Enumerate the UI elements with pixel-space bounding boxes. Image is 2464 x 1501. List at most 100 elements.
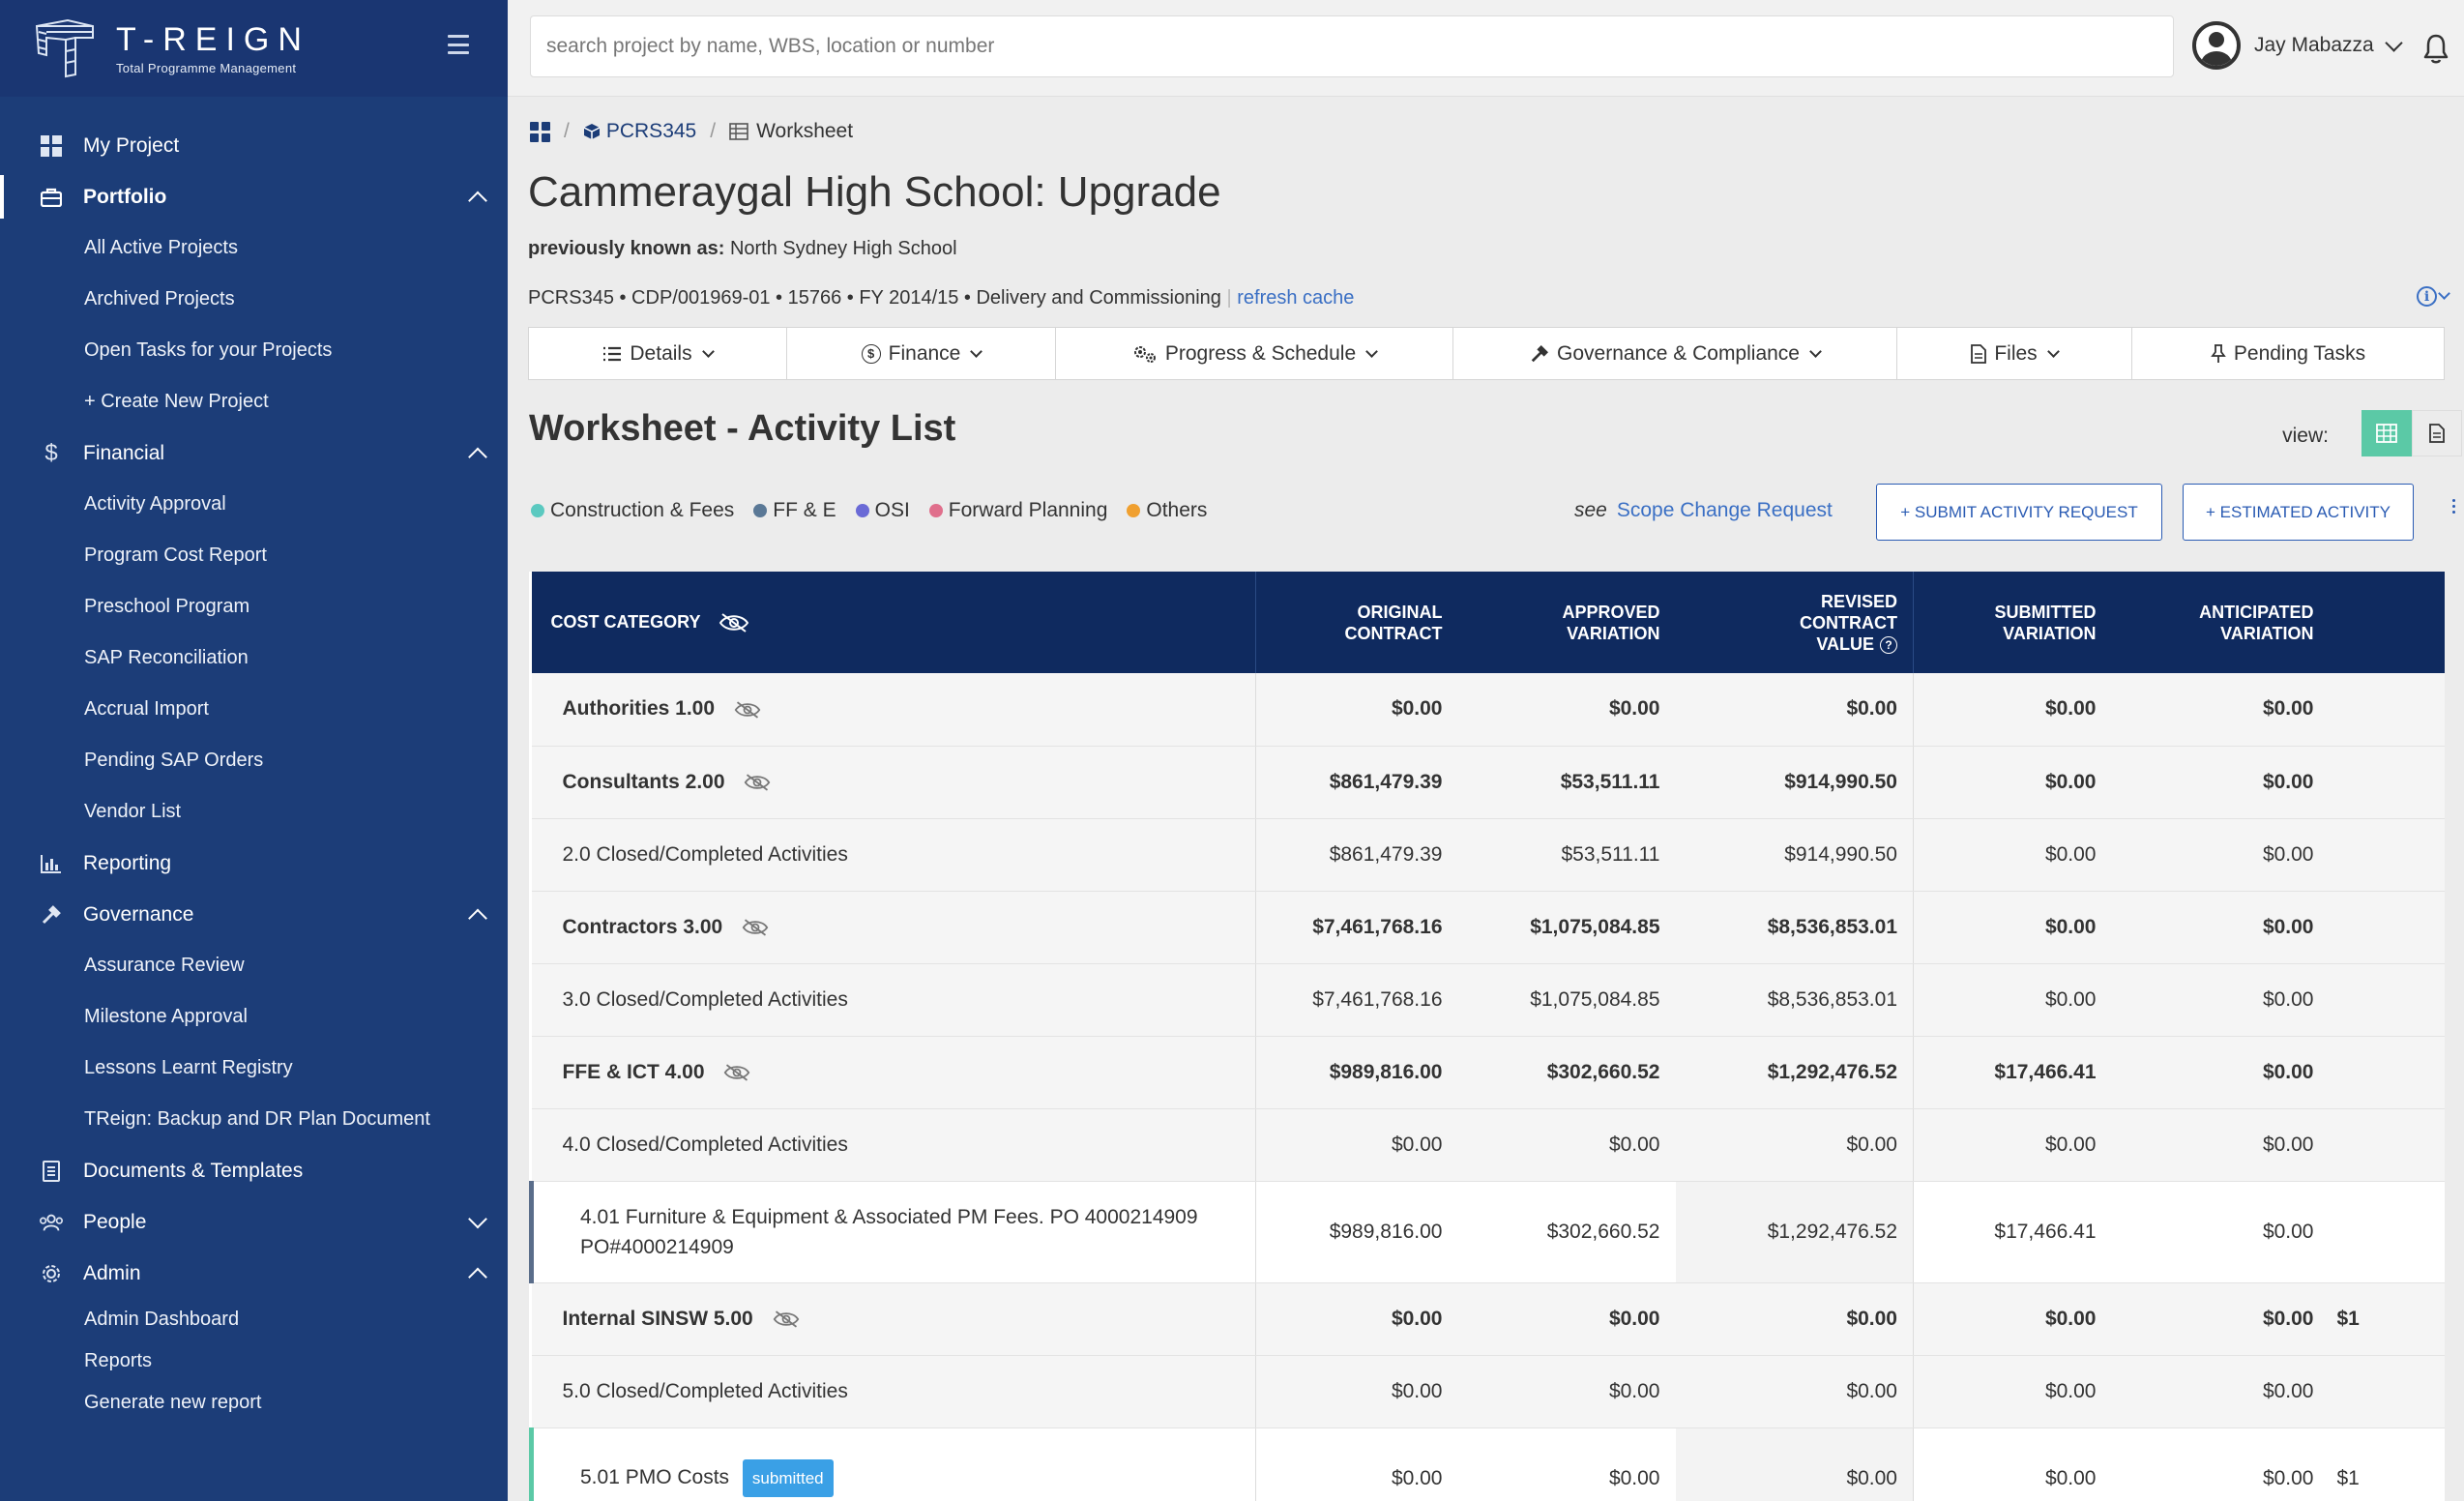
sidebar-item-governance[interactable]: Governance xyxy=(0,889,508,940)
cell-revised: $1,292,476.52 xyxy=(1675,1036,1914,1109)
sidebar-subitem-activity-approval[interactable]: Activity Approval xyxy=(0,479,508,530)
sidebar-subitem-milestone-approval[interactable]: Milestone Approval xyxy=(0,991,508,1043)
sidebar-subitem-accrual-import[interactable]: Accrual Import xyxy=(0,684,508,735)
header-label: CONTRACT xyxy=(1800,612,1897,633)
eye-slash-icon[interactable] xyxy=(734,700,761,720)
breadcrumb-project[interactable]: PCRS345 xyxy=(583,120,696,143)
cell-anticipated: $0.00 xyxy=(2111,1036,2330,1109)
table-row[interactable]: 4.0 Closed/Completed Activities $0.00 $0… xyxy=(531,1108,2445,1182)
chevron-up-icon[interactable] xyxy=(468,191,487,210)
cell-category: Contractors 3.00 xyxy=(531,891,1256,964)
chevron-up-icon[interactable] xyxy=(468,1267,487,1286)
sidebar-subitem-sap-reconciliation[interactable]: SAP Reconciliation xyxy=(0,633,508,684)
tab-governance-compliance[interactable]: Governance & Compliance xyxy=(1453,328,1897,379)
eye-slash-icon[interactable] xyxy=(744,773,771,792)
gavel-icon xyxy=(1531,344,1549,362)
table-row[interactable]: Consultants 2.00 $861,479.39 $53,511.11 … xyxy=(531,746,2445,819)
sidebar-subitem-preschool-program[interactable]: Preschool Program xyxy=(0,581,508,633)
sidebar-subitem-lessons-learnt[interactable]: Lessons Learnt Registry xyxy=(0,1043,508,1094)
legend-label: Others xyxy=(1146,499,1208,521)
legend-dot xyxy=(928,504,943,517)
header-original-contract[interactable]: ORIGINAL CONTRACT xyxy=(1255,572,1458,673)
sidebar-subitem-program-cost-report[interactable]: Program Cost Report xyxy=(0,530,508,581)
category-label: FFE & ICT 4.00 xyxy=(562,1060,705,1083)
table-row[interactable]: Contractors 3.00 $7,461,768.16 $1,075,08… xyxy=(531,891,2445,964)
estimated-activity-button[interactable]: + ESTIMATED ACTIVITY xyxy=(2183,484,2414,541)
table-row[interactable]: Authorities 1.00 $0.00 $0.00 $0.00 $0.00… xyxy=(531,673,2445,747)
tab-finance[interactable]: $ Finance xyxy=(787,328,1056,379)
cube-icon xyxy=(583,124,601,139)
document-view-button[interactable] xyxy=(2412,410,2462,456)
cell-original: $0.00 xyxy=(1255,1108,1458,1182)
eye-slash-icon[interactable] xyxy=(742,918,769,937)
pin-icon xyxy=(2211,343,2226,363)
cell-submitted: $17,466.41 xyxy=(1913,1036,2112,1109)
sidebar-item-financial[interactable]: $ Financial xyxy=(0,427,508,479)
people-icon xyxy=(39,1210,64,1235)
sidebar-subitem-assurance-review[interactable]: Assurance Review xyxy=(0,940,508,991)
sidebar: T-REIGN Total Programme Management My Pr… xyxy=(0,0,508,1501)
sidebar-item-reporting[interactable]: Reporting xyxy=(0,838,508,889)
eye-slash-icon[interactable] xyxy=(773,1310,800,1329)
submit-activity-request-button[interactable]: + SUBMIT ACTIVITY REQUEST xyxy=(1876,484,2162,541)
sidebar-subitem-generate-report[interactable]: Generate new report xyxy=(0,1382,508,1424)
table-row[interactable]: 3.0 Closed/Completed Activities $7,461,7… xyxy=(531,963,2445,1037)
scope-change-link[interactable]: Scope Change Request xyxy=(1617,499,1833,521)
header-cost-category[interactable]: COST CATEGORY xyxy=(531,572,1256,673)
table-row[interactable]: 2.0 Closed/Completed Activities $861,479… xyxy=(531,818,2445,892)
grid-view-button[interactable] xyxy=(2361,410,2412,456)
header-submitted-variation[interactable]: SUBMITTED VARIATION xyxy=(1913,572,2112,673)
eye-slash-icon[interactable] xyxy=(723,1063,750,1082)
chevron-down-icon xyxy=(1365,344,1379,358)
sidebar-item-documents-templates[interactable]: Documents & Templates xyxy=(0,1145,508,1196)
home-grid-icon[interactable] xyxy=(530,121,550,142)
tab-progress-schedule[interactable]: Progress & Schedule xyxy=(1056,328,1453,379)
user-menu[interactable]: Jay Mabazza xyxy=(2192,21,2403,70)
sidebar-subitem-pending-sap-orders[interactable]: Pending SAP Orders xyxy=(0,735,508,786)
logo[interactable]: T-REIGN Total Programme Management xyxy=(33,16,310,80)
document-icon xyxy=(39,1159,64,1184)
hamburger-menu-icon[interactable] xyxy=(448,35,469,54)
sidebar-item-portfolio[interactable]: Portfolio xyxy=(0,171,508,222)
bell-icon[interactable] xyxy=(2422,33,2449,64)
sidebar-item-admin[interactable]: Admin xyxy=(0,1248,508,1299)
activity-table-container[interactable]: COST CATEGORY ORIGINAL CONTRACT APPROVED V… xyxy=(529,572,2445,1501)
sidebar-item-label: Reporting xyxy=(83,851,172,874)
sidebar-subitem-open-tasks[interactable]: Open Tasks for your Projects xyxy=(0,325,508,376)
sidebar-subitem-backup-dr-plan[interactable]: TReign: Backup and DR Plan Document xyxy=(0,1094,508,1145)
table-row[interactable]: FFE & ICT 4.00 $989,816.00 $302,660.52 $… xyxy=(531,1036,2445,1109)
help-icon[interactable]: ? xyxy=(1880,635,1897,654)
sidebar-subitem-archived-projects[interactable]: Archived Projects xyxy=(0,274,508,325)
header-anticipated-variation[interactable]: ANTICIPATED VARIATION xyxy=(2111,572,2330,673)
table-row-activity[interactable]: 5.01 PMO Costs submitted $0.00 $0.00 $0.… xyxy=(529,1427,2445,1501)
eye-slash-icon[interactable] xyxy=(719,612,749,633)
table-row[interactable]: 5.0 Closed/Completed Activities $0.00 $0… xyxy=(531,1355,2445,1428)
refresh-cache-link[interactable]: refresh cache xyxy=(1237,287,1354,309)
sidebar-item-my-project[interactable]: My Project xyxy=(0,120,508,171)
more-options-icon[interactable] xyxy=(2452,499,2458,514)
sidebar-subitem-vendor-list[interactable]: Vendor List xyxy=(0,786,508,838)
cell-category: 4.0 Closed/Completed Activities xyxy=(531,1108,1256,1182)
chevron-down-icon[interactable] xyxy=(468,1209,487,1228)
sidebar-subitem-reports[interactable]: Reports xyxy=(0,1340,508,1382)
chevron-up-icon[interactable] xyxy=(468,908,487,927)
tab-pending-tasks[interactable]: Pending Tasks xyxy=(2132,328,2444,379)
cell-anticipated: $0.00 xyxy=(2111,891,2330,964)
info-toggle[interactable]: i xyxy=(2417,286,2450,307)
sidebar-subitem-admin-dashboard[interactable]: Admin Dashboard xyxy=(0,1299,508,1340)
cell-approved: $1,075,084.85 xyxy=(1457,891,1676,964)
sidebar-subitem-create-project[interactable]: + Create New Project xyxy=(0,376,508,427)
chevron-up-icon[interactable] xyxy=(468,447,487,466)
tab-files[interactable]: Files xyxy=(1897,328,2132,379)
table-row[interactable]: Internal SINSW 5.00 $0.00 $0.00 $0.00 $0… xyxy=(531,1282,2445,1356)
sidebar-item-people[interactable]: People xyxy=(0,1196,508,1248)
header-approved-variation[interactable]: APPROVED VARIATION xyxy=(1457,572,1676,673)
activity-table: COST CATEGORY ORIGINAL CONTRACT APPROVED V… xyxy=(529,572,2445,1501)
cell-overflow: $1 xyxy=(2329,1427,2445,1501)
tab-details[interactable]: Details xyxy=(529,328,787,379)
header-revised-contract-value[interactable]: REVISED CONTRACT VALUE? xyxy=(1675,572,1914,673)
search-input[interactable] xyxy=(530,15,2174,77)
view-label: view: xyxy=(2282,425,2329,447)
table-row-activity[interactable]: 4.01 Furniture & Equipment & Associated … xyxy=(529,1181,2445,1283)
sidebar-subitem-all-active-projects[interactable]: All Active Projects xyxy=(0,222,508,274)
